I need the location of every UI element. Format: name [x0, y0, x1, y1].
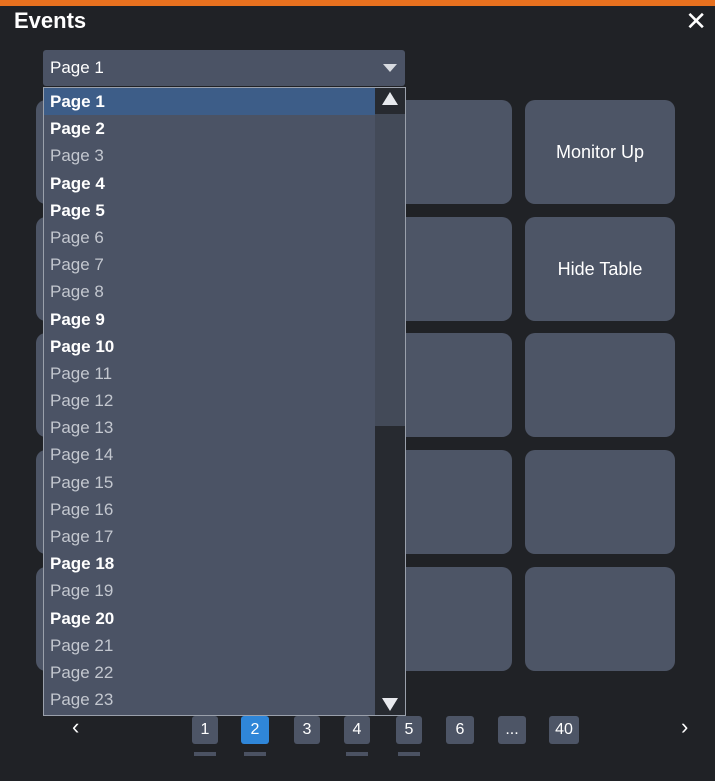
dropdown-option[interactable]: Page 13	[44, 414, 375, 441]
dropdown-option[interactable]: Page 23	[44, 686, 375, 713]
page-select-value: Page 1	[50, 58, 104, 77]
dropdown-option[interactable]: Page 4	[44, 170, 375, 197]
prev-page-icon[interactable]: ‹	[72, 714, 79, 740]
page-button-5[interactable]: 5	[396, 716, 422, 744]
dropdown-option[interactable]: Page 5	[44, 197, 375, 224]
page-button-4[interactable]: 4	[344, 716, 370, 744]
page-button-40[interactable]: 40	[549, 716, 579, 744]
page-button-2[interactable]: 2	[241, 716, 269, 744]
dropdown-option[interactable]: Page 11	[44, 360, 375, 387]
page-dropdown-list[interactable]: Page 1 Page 2 Page 3 Page 4 Page 5 Page …	[43, 87, 406, 716]
dropdown-option[interactable]: Page 9	[44, 306, 375, 333]
scroll-up-arrow-icon[interactable]	[382, 92, 398, 105]
page-button-ellipsis[interactable]: ...	[498, 716, 526, 744]
dropdown-option[interactable]: Page 15	[44, 469, 375, 496]
next-page-icon[interactable]: ›	[681, 714, 688, 740]
chevron-down-icon[interactable]	[383, 64, 397, 72]
dropdown-option[interactable]: Page 1	[44, 88, 375, 116]
page-indicator-2	[244, 752, 266, 756]
dropdown-option[interactable]: Page 2	[44, 115, 375, 142]
close-icon[interactable]: ✕	[685, 8, 707, 34]
dropdown-option[interactable]: Page 6	[44, 224, 375, 251]
dropdown-option[interactable]: Page 19	[44, 577, 375, 604]
scroll-down-arrow-icon[interactable]	[382, 698, 398, 711]
dropdown-option[interactable]: Page 18	[44, 550, 375, 577]
dropdown-option[interactable]: Page 21	[44, 632, 375, 659]
dropdown-option[interactable]: Page 8	[44, 278, 375, 305]
event-button-monitor-up[interactable]: Monitor Up	[525, 100, 675, 204]
window-title: Events	[14, 8, 87, 33]
event-button[interactable]	[525, 450, 675, 554]
dropdown-option[interactable]: Page 17	[44, 523, 375, 550]
dropdown-option[interactable]: Page 14	[44, 441, 375, 468]
dropdown-option[interactable]: Page 20	[44, 605, 375, 632]
page-button-3[interactable]: 3	[294, 716, 320, 744]
dropdown-option[interactable]: Page 22	[44, 659, 375, 686]
dropdown-scrollbar[interactable]	[375, 88, 405, 715]
page-select[interactable]: Page 1	[43, 50, 405, 86]
dropdown-option[interactable]: Page 12	[44, 387, 375, 414]
page-button-1[interactable]: 1	[192, 716, 218, 744]
dropdown-option[interactable]: Page 10	[44, 333, 375, 360]
event-button-hide-table[interactable]: Hide Table	[525, 217, 675, 321]
page-button-6[interactable]: 6	[446, 716, 474, 744]
event-button[interactable]	[525, 567, 675, 671]
page-indicator-5	[398, 752, 420, 756]
page-indicator-4	[346, 752, 368, 756]
page-indicator-1	[194, 752, 216, 756]
dropdown-option[interactable]: Page 7	[44, 251, 375, 278]
dropdown-option[interactable]: Page 3	[44, 142, 375, 169]
scrollbar-thumb[interactable]	[375, 114, 405, 426]
event-button[interactable]	[525, 333, 675, 437]
dropdown-option[interactable]: Page 16	[44, 496, 375, 523]
